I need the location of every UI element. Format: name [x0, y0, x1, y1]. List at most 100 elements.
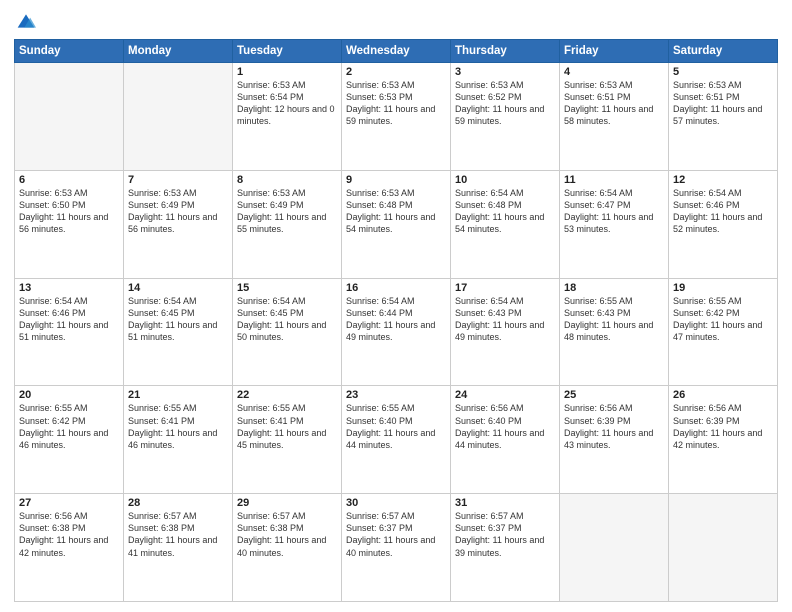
day-number: 4 — [564, 66, 664, 78]
day-number: 31 — [455, 497, 555, 509]
day-of-week-row: SundayMondayTuesdayWednesdayThursdayFrid… — [15, 40, 778, 63]
calendar-cell: 10Sunrise: 6:54 AM Sunset: 6:48 PM Dayli… — [451, 170, 560, 278]
day-number: 5 — [673, 66, 773, 78]
day-info: Sunrise: 6:55 AM Sunset: 6:41 PM Dayligh… — [128, 402, 228, 451]
calendar-cell: 28Sunrise: 6:57 AM Sunset: 6:38 PM Dayli… — [124, 494, 233, 602]
calendar: SundayMondayTuesdayWednesdayThursdayFrid… — [14, 39, 778, 602]
calendar-cell: 6Sunrise: 6:53 AM Sunset: 6:50 PM Daylig… — [15, 170, 124, 278]
day-info: Sunrise: 6:53 AM Sunset: 6:48 PM Dayligh… — [346, 187, 446, 236]
day-info: Sunrise: 6:53 AM Sunset: 6:53 PM Dayligh… — [346, 79, 446, 128]
day-info: Sunrise: 6:55 AM Sunset: 6:43 PM Dayligh… — [564, 295, 664, 344]
calendar-cell: 15Sunrise: 6:54 AM Sunset: 6:45 PM Dayli… — [233, 278, 342, 386]
day-info: Sunrise: 6:57 AM Sunset: 6:37 PM Dayligh… — [455, 510, 555, 559]
calendar-cell — [669, 494, 778, 602]
day-number: 12 — [673, 174, 773, 186]
calendar-cell: 25Sunrise: 6:56 AM Sunset: 6:39 PM Dayli… — [560, 386, 669, 494]
day-info: Sunrise: 6:54 AM Sunset: 6:48 PM Dayligh… — [455, 187, 555, 236]
day-number: 10 — [455, 174, 555, 186]
day-info: Sunrise: 6:55 AM Sunset: 6:40 PM Dayligh… — [346, 402, 446, 451]
day-number: 18 — [564, 282, 664, 294]
calendar-cell: 27Sunrise: 6:56 AM Sunset: 6:38 PM Dayli… — [15, 494, 124, 602]
day-of-week-header: Sunday — [15, 40, 124, 63]
calendar-cell: 5Sunrise: 6:53 AM Sunset: 6:51 PM Daylig… — [669, 63, 778, 171]
day-number: 6 — [19, 174, 119, 186]
day-info: Sunrise: 6:53 AM Sunset: 6:49 PM Dayligh… — [237, 187, 337, 236]
calendar-cell: 26Sunrise: 6:56 AM Sunset: 6:39 PM Dayli… — [669, 386, 778, 494]
day-number: 16 — [346, 282, 446, 294]
day-number: 30 — [346, 497, 446, 509]
day-info: Sunrise: 6:56 AM Sunset: 6:38 PM Dayligh… — [19, 510, 119, 559]
calendar-week-row: 20Sunrise: 6:55 AM Sunset: 6:42 PM Dayli… — [15, 386, 778, 494]
day-info: Sunrise: 6:56 AM Sunset: 6:39 PM Dayligh… — [673, 402, 773, 451]
day-number: 15 — [237, 282, 337, 294]
calendar-cell: 13Sunrise: 6:54 AM Sunset: 6:46 PM Dayli… — [15, 278, 124, 386]
calendar-cell: 23Sunrise: 6:55 AM Sunset: 6:40 PM Dayli… — [342, 386, 451, 494]
day-number: 23 — [346, 389, 446, 401]
day-number: 11 — [564, 174, 664, 186]
calendar-cell: 17Sunrise: 6:54 AM Sunset: 6:43 PM Dayli… — [451, 278, 560, 386]
day-number: 17 — [455, 282, 555, 294]
day-number: 1 — [237, 66, 337, 78]
day-of-week-header: Tuesday — [233, 40, 342, 63]
calendar-cell: 1Sunrise: 6:53 AM Sunset: 6:54 PM Daylig… — [233, 63, 342, 171]
day-number: 19 — [673, 282, 773, 294]
day-info: Sunrise: 6:56 AM Sunset: 6:40 PM Dayligh… — [455, 402, 555, 451]
day-info: Sunrise: 6:55 AM Sunset: 6:41 PM Dayligh… — [237, 402, 337, 451]
day-number: 28 — [128, 497, 228, 509]
day-info: Sunrise: 6:55 AM Sunset: 6:42 PM Dayligh… — [673, 295, 773, 344]
day-number: 3 — [455, 66, 555, 78]
calendar-cell: 9Sunrise: 6:53 AM Sunset: 6:48 PM Daylig… — [342, 170, 451, 278]
calendar-cell: 4Sunrise: 6:53 AM Sunset: 6:51 PM Daylig… — [560, 63, 669, 171]
day-of-week-header: Wednesday — [342, 40, 451, 63]
day-number: 9 — [346, 174, 446, 186]
day-of-week-header: Saturday — [669, 40, 778, 63]
calendar-cell: 12Sunrise: 6:54 AM Sunset: 6:46 PM Dayli… — [669, 170, 778, 278]
day-info: Sunrise: 6:53 AM Sunset: 6:52 PM Dayligh… — [455, 79, 555, 128]
calendar-cell: 18Sunrise: 6:55 AM Sunset: 6:43 PM Dayli… — [560, 278, 669, 386]
calendar-cell: 30Sunrise: 6:57 AM Sunset: 6:37 PM Dayli… — [342, 494, 451, 602]
day-number: 29 — [237, 497, 337, 509]
calendar-cell: 3Sunrise: 6:53 AM Sunset: 6:52 PM Daylig… — [451, 63, 560, 171]
day-info: Sunrise: 6:57 AM Sunset: 6:37 PM Dayligh… — [346, 510, 446, 559]
day-info: Sunrise: 6:53 AM Sunset: 6:51 PM Dayligh… — [564, 79, 664, 128]
day-number: 22 — [237, 389, 337, 401]
day-of-week-header: Friday — [560, 40, 669, 63]
calendar-week-row: 13Sunrise: 6:54 AM Sunset: 6:46 PM Dayli… — [15, 278, 778, 386]
day-info: Sunrise: 6:53 AM Sunset: 6:50 PM Dayligh… — [19, 187, 119, 236]
day-info: Sunrise: 6:54 AM Sunset: 6:47 PM Dayligh… — [564, 187, 664, 236]
day-info: Sunrise: 6:53 AM Sunset: 6:49 PM Dayligh… — [128, 187, 228, 236]
day-info: Sunrise: 6:55 AM Sunset: 6:42 PM Dayligh… — [19, 402, 119, 451]
calendar-week-row: 1Sunrise: 6:53 AM Sunset: 6:54 PM Daylig… — [15, 63, 778, 171]
calendar-cell: 2Sunrise: 6:53 AM Sunset: 6:53 PM Daylig… — [342, 63, 451, 171]
day-number: 8 — [237, 174, 337, 186]
page: SundayMondayTuesdayWednesdayThursdayFrid… — [0, 0, 792, 612]
day-number: 2 — [346, 66, 446, 78]
day-info: Sunrise: 6:54 AM Sunset: 6:45 PM Dayligh… — [128, 295, 228, 344]
day-info: Sunrise: 6:56 AM Sunset: 6:39 PM Dayligh… — [564, 402, 664, 451]
calendar-cell: 14Sunrise: 6:54 AM Sunset: 6:45 PM Dayli… — [124, 278, 233, 386]
calendar-cell: 29Sunrise: 6:57 AM Sunset: 6:38 PM Dayli… — [233, 494, 342, 602]
calendar-week-row: 27Sunrise: 6:56 AM Sunset: 6:38 PM Dayli… — [15, 494, 778, 602]
calendar-cell: 21Sunrise: 6:55 AM Sunset: 6:41 PM Dayli… — [124, 386, 233, 494]
calendar-cell — [560, 494, 669, 602]
calendar-cell — [124, 63, 233, 171]
day-number: 25 — [564, 389, 664, 401]
logo — [14, 10, 36, 31]
logo-icon — [16, 11, 36, 31]
calendar-cell: 20Sunrise: 6:55 AM Sunset: 6:42 PM Dayli… — [15, 386, 124, 494]
day-number: 7 — [128, 174, 228, 186]
day-number: 13 — [19, 282, 119, 294]
day-info: Sunrise: 6:54 AM Sunset: 6:46 PM Dayligh… — [673, 187, 773, 236]
day-of-week-header: Thursday — [451, 40, 560, 63]
day-number: 26 — [673, 389, 773, 401]
calendar-body: 1Sunrise: 6:53 AM Sunset: 6:54 PM Daylig… — [15, 63, 778, 602]
calendar-cell: 24Sunrise: 6:56 AM Sunset: 6:40 PM Dayli… — [451, 386, 560, 494]
day-number: 27 — [19, 497, 119, 509]
calendar-cell: 19Sunrise: 6:55 AM Sunset: 6:42 PM Dayli… — [669, 278, 778, 386]
day-info: Sunrise: 6:54 AM Sunset: 6:46 PM Dayligh… — [19, 295, 119, 344]
day-number: 20 — [19, 389, 119, 401]
calendar-cell: 8Sunrise: 6:53 AM Sunset: 6:49 PM Daylig… — [233, 170, 342, 278]
day-info: Sunrise: 6:53 AM Sunset: 6:51 PM Dayligh… — [673, 79, 773, 128]
calendar-cell: 7Sunrise: 6:53 AM Sunset: 6:49 PM Daylig… — [124, 170, 233, 278]
day-info: Sunrise: 6:57 AM Sunset: 6:38 PM Dayligh… — [128, 510, 228, 559]
